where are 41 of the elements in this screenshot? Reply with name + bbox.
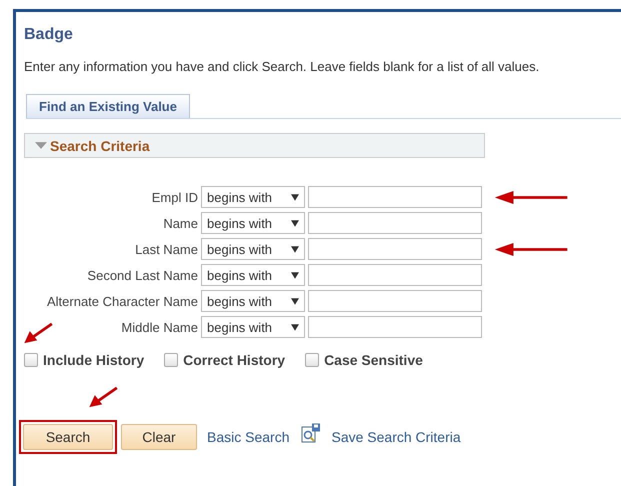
action-button[interactable]: Clear <box>121 424 197 450</box>
operator-dropdown[interactable]: begins with <box>201 238 305 260</box>
operator-dropdown[interactable]: begins with <box>201 186 305 208</box>
operator-dropdown[interactable]: begins with <box>201 290 305 312</box>
dropdown-arrow-icon <box>291 298 299 304</box>
save-search-icon[interactable] <box>301 423 322 443</box>
field-label: Middle Name <box>120 320 198 334</box>
checkbox-label: Correct History <box>183 352 286 368</box>
field-label: Alternate Character Name <box>46 294 198 308</box>
section-header[interactable]: Search Criteria <box>24 133 485 158</box>
collapse-icon <box>35 142 47 149</box>
action-button[interactable]: Search <box>23 424 113 450</box>
dropdown-arrow-icon <box>291 324 299 330</box>
dropdown-arrow-icon <box>291 194 299 200</box>
tab[interactable]: Find an Existing Value <box>26 94 190 118</box>
input-field[interactable] <box>308 186 482 208</box>
field-label: Name <box>162 216 198 230</box>
input-field[interactable] <box>308 290 482 312</box>
operator-dropdown[interactable]: begins with <box>201 264 305 286</box>
field-label: Last Name <box>134 242 198 256</box>
link[interactable]: Basic Search <box>207 429 290 445</box>
link[interactable]: Save Search Criteria <box>331 429 461 445</box>
dropdown-arrow-icon <box>291 272 299 278</box>
checkbox[interactable] <box>164 353 178 367</box>
input-field[interactable] <box>308 238 482 260</box>
field-label: Empl ID <box>150 190 198 204</box>
dropdown-arrow-icon <box>291 246 299 252</box>
checkbox[interactable] <box>305 353 320 367</box>
section-title: Search Criteria <box>50 138 150 154</box>
dropdown-arrow-icon <box>291 220 299 226</box>
checkbox[interactable] <box>24 353 38 367</box>
checkbox-label: Include History <box>43 352 144 368</box>
checkbox-label: Case Sensitive <box>324 352 423 368</box>
input-field[interactable] <box>308 264 482 286</box>
input-field[interactable] <box>308 316 482 338</box>
instructions-text: Enter any information you have and click Search. Leave fields blank for a list of all values. <box>24 59 540 74</box>
operator-dropdown[interactable]: begins with <box>201 212 305 234</box>
input-field[interactable] <box>308 212 482 234</box>
field-label: Second Last Name <box>86 268 198 282</box>
operator-dropdown[interactable]: begins with <box>201 316 305 338</box>
page-title: Badge <box>24 26 74 44</box>
